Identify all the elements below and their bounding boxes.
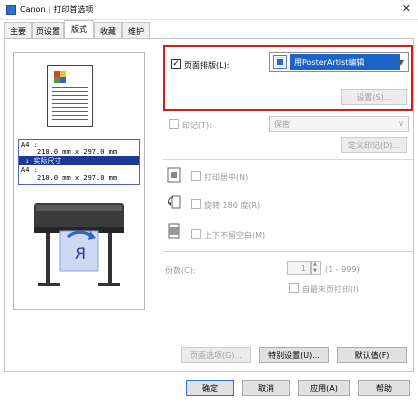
no-margins-icon bbox=[168, 223, 180, 239]
reverse-order-label: 自最末页打印(I) bbox=[302, 285, 359, 294]
define-stamp-button[interactable]: 定义印记(D)... bbox=[341, 137, 407, 153]
page-layout-select[interactable]: 用PosterArtist编辑 ▼ bbox=[269, 52, 409, 72]
stamp-checkbox[interactable] bbox=[169, 119, 179, 129]
output-size-dims: 210.0 mm x 297.0 mm bbox=[37, 174, 118, 182]
chevron-up-icon: ▲ bbox=[313, 261, 317, 267]
defaults-button[interactable]: 默认值(F) bbox=[337, 347, 407, 363]
layout-settings-button[interactable]: 设置(S)... bbox=[341, 89, 407, 105]
output-size-label: A4 : bbox=[21, 166, 38, 174]
page-layout-selected: 用PosterArtist编辑 bbox=[290, 54, 400, 70]
copies-range: (1 - 999) bbox=[325, 265, 360, 274]
help-button[interactable]: 帮助 bbox=[358, 380, 410, 396]
print-center-label: 打印居中(N) bbox=[204, 173, 249, 182]
stamp-select[interactable]: 保密 ∨ bbox=[269, 116, 409, 132]
picture-icon bbox=[54, 71, 66, 83]
copies-value: 1 bbox=[300, 264, 306, 273]
paper-size-label: A4 : bbox=[21, 141, 38, 149]
large-format-printer-image: R bbox=[34, 203, 124, 286]
tab-maintenance[interactable]: 维护 bbox=[122, 22, 150, 38]
no-spaces-label: 上下不留空白(M) bbox=[204, 231, 266, 240]
tab-page-setup[interactable]: 页设置 bbox=[32, 22, 64, 38]
actual-size-label: ↓ 实际尺寸 bbox=[25, 157, 62, 165]
separator bbox=[163, 251, 413, 252]
close-icon[interactable]: ✕ bbox=[402, 2, 411, 15]
copies-input[interactable]: 1 bbox=[287, 261, 311, 275]
brand-name: Canon bbox=[20, 5, 46, 14]
rotate-180-label: 旋转 180 度(R) bbox=[204, 201, 261, 210]
actual-size-bar: ↓ 实际尺寸 bbox=[19, 156, 139, 165]
copies-stepper[interactable]: ▲ ▼ bbox=[311, 261, 321, 275]
rotate-180-checkbox[interactable] bbox=[191, 199, 201, 209]
paper-size-dims: 210.0 mm x 297.0 mm bbox=[37, 148, 118, 156]
tab-favorites[interactable]: 收藏 bbox=[94, 22, 122, 38]
chevron-down-icon: ∨ bbox=[398, 119, 404, 128]
paper-size-info: A4 : 210.0 mm x 297.0 mm ↓ 实际尺寸 A4 : 210… bbox=[18, 139, 140, 185]
tab-main[interactable]: 主要 bbox=[4, 22, 32, 38]
page-options-button[interactable]: 页面选项(G)... bbox=[181, 347, 251, 363]
special-settings-button[interactable]: 特别设置(U)... bbox=[259, 347, 329, 363]
copies-label: 份数(C): bbox=[165, 266, 196, 275]
printer-sheet-letter: R bbox=[75, 244, 86, 263]
window-title-text: 打印首选项 bbox=[53, 5, 94, 14]
chevron-down-icon: ▼ bbox=[397, 58, 404, 67]
preview-pane: A4 : 210.0 mm x 297.0 mm ↓ 实际尺寸 A4 : 210… bbox=[13, 52, 145, 310]
rotate-icon bbox=[168, 195, 181, 209]
print-center-checkbox[interactable] bbox=[191, 171, 201, 181]
paper-preview bbox=[47, 65, 93, 127]
print-center-icon bbox=[167, 167, 181, 183]
title-bar: Canon | 打印首选项 ✕ bbox=[0, 0, 418, 20]
no-spaces-checkbox[interactable] bbox=[191, 229, 201, 239]
printer-app-icon bbox=[6, 5, 16, 15]
stamp-label: 印记(T): bbox=[182, 121, 212, 130]
cancel-button[interactable]: 取消 bbox=[242, 380, 290, 396]
stamp-selected: 保密 bbox=[274, 120, 290, 129]
reverse-order-checkbox[interactable] bbox=[289, 283, 299, 293]
tab-layout[interactable]: 版式 bbox=[64, 20, 94, 39]
chevron-down-icon: ▼ bbox=[313, 268, 317, 274]
page-layout-checkbox[interactable]: ✓ bbox=[171, 59, 181, 69]
page-layout-label: 页面排版(L): bbox=[184, 61, 230, 70]
apply-button[interactable]: 应用(A) bbox=[298, 380, 350, 396]
window-title: Canon | 打印首选项 bbox=[20, 5, 94, 14]
separator bbox=[163, 159, 413, 160]
layout-panel: A4 : 210.0 mm x 297.0 mm ↓ 实际尺寸 A4 : 210… bbox=[4, 38, 414, 372]
poster-artist-icon bbox=[273, 55, 287, 69]
ok-button[interactable]: 确定 bbox=[186, 380, 234, 396]
